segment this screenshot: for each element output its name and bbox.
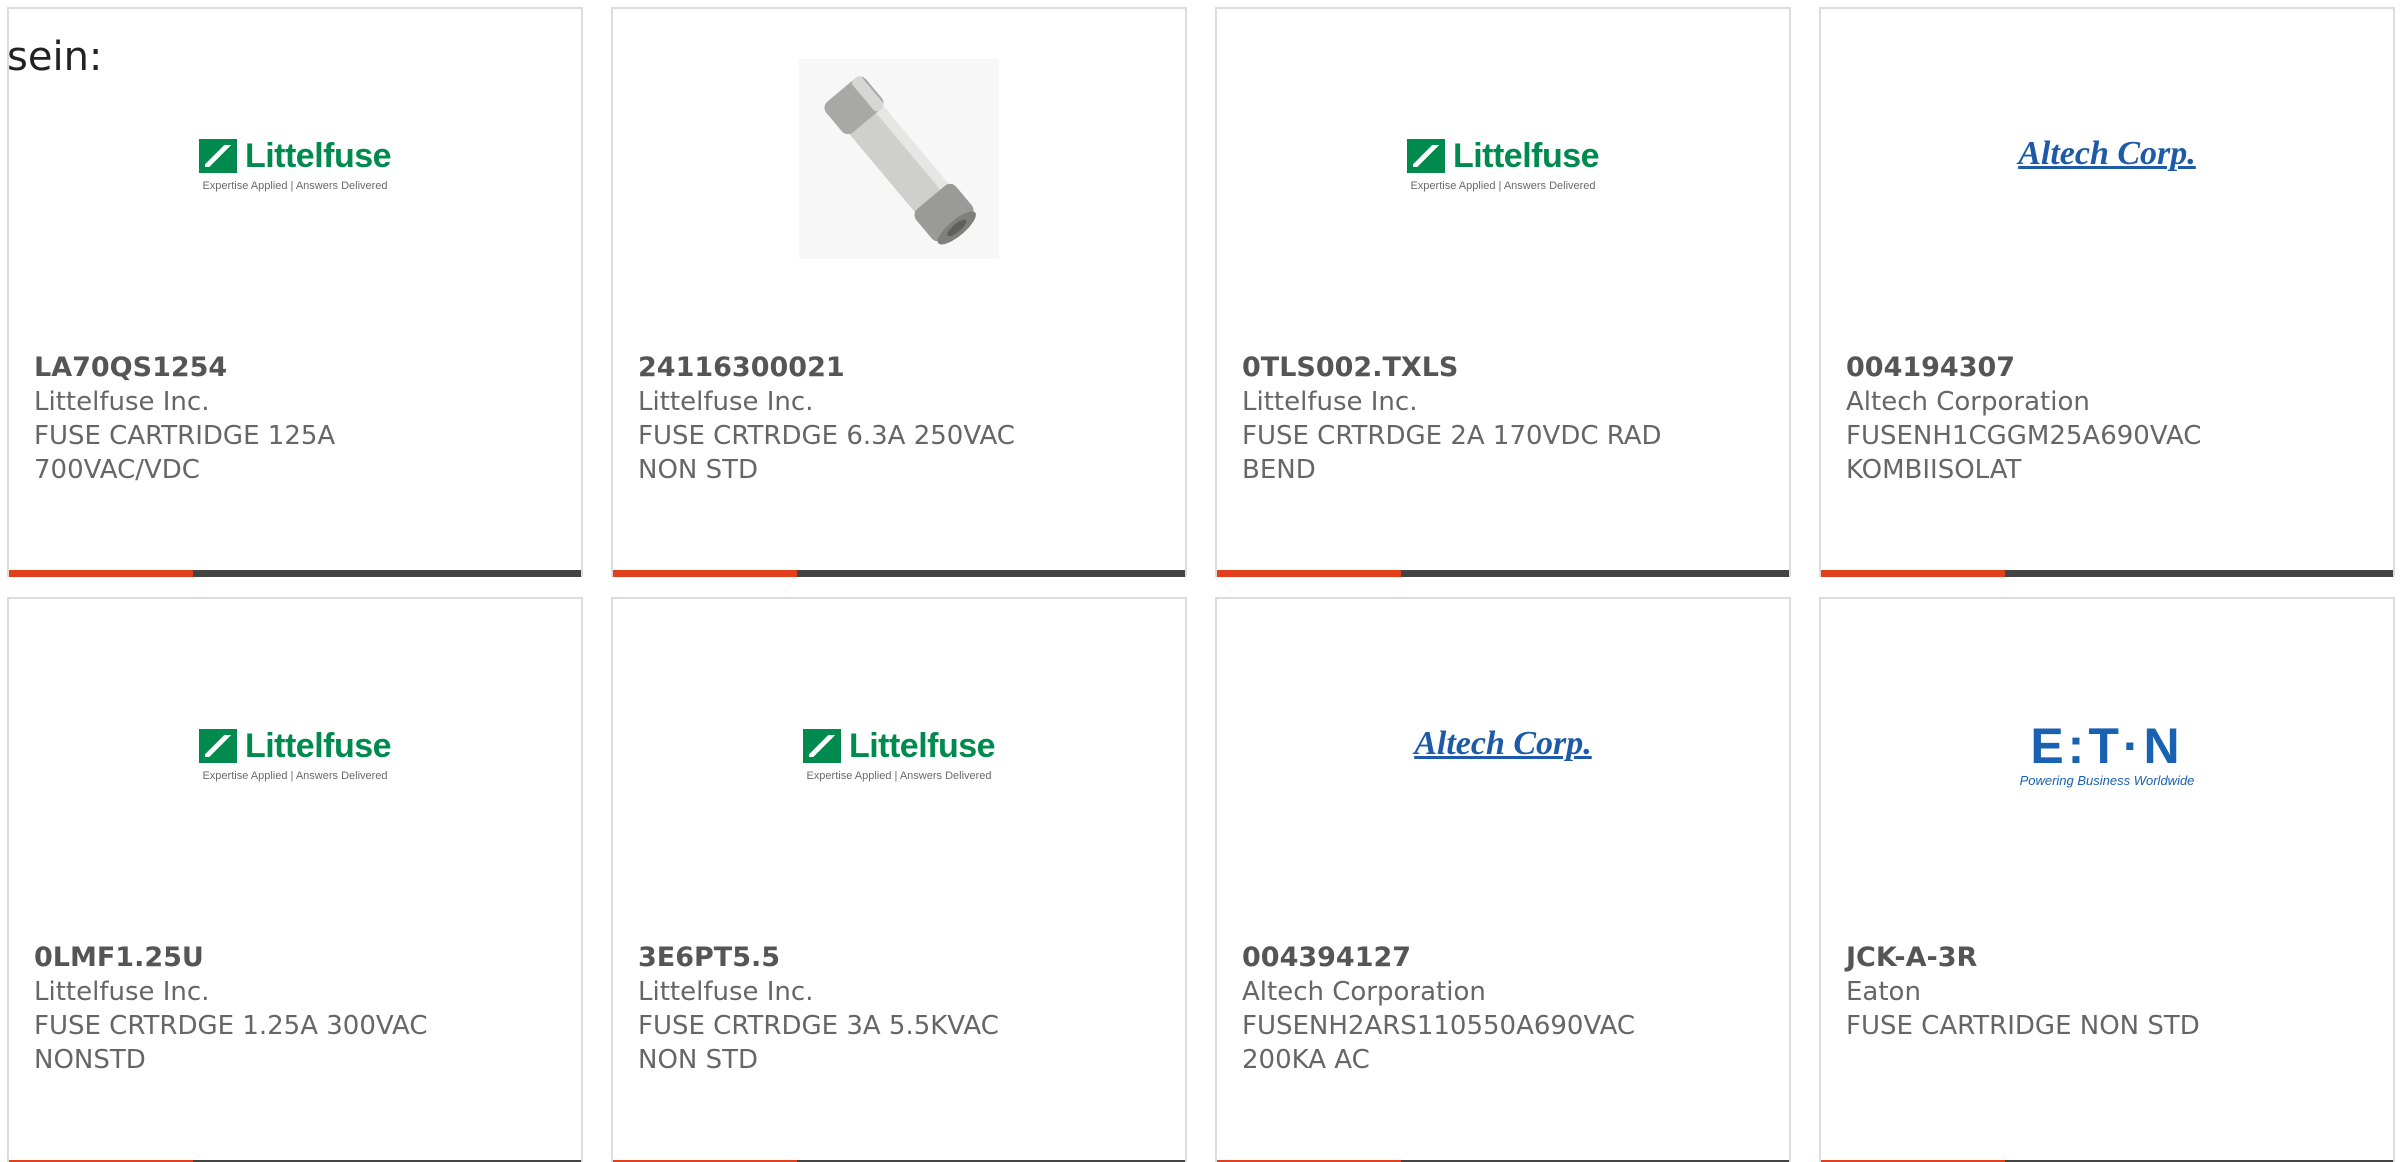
product-image[interactable]: Littelfuse Expertise Applied | Answers D… (9, 659, 581, 899)
altech-logo: Altech Corp. (1414, 725, 1592, 762)
product-info: 004194307 Altech Corporation FUSENH1CGGM… (1846, 351, 2273, 487)
manufacturer-name: Littelfuse Inc. (34, 977, 210, 1007)
product-image[interactable]: Littelfuse Expertise Applied | Answers D… (1217, 69, 1789, 309)
part-number-link[interactable]: 24116300021 (638, 351, 1065, 385)
logo-tagline: Expertise Applied | Answers Delivered (1410, 179, 1596, 192)
product-description: FUSE CRTRDGE 3A 5.5KVAC NON STD (638, 1011, 999, 1075)
card-accent-bar (1821, 570, 2005, 577)
product-image[interactable]: Littelfuse Expertise Applied | Answers D… (613, 659, 1185, 899)
product-card[interactable]: Altech Corp. 004194307 Altech Corporatio… (1819, 7, 2395, 577)
logo-tagline: Expertise Applied | Answers Delivered (806, 769, 992, 782)
product-card[interactable]: E:T·N Powering Business Worldwide JCK-A-… (1819, 597, 2395, 1162)
logo-wordmark: E:T·N (2030, 717, 2184, 774)
product-grid-page: sein: Littelfuse Expertise Applied | Ans… (0, 0, 2400, 1162)
product-info: JCK-A-3R Eaton FUSE CARTRIDGE NON STD (1846, 941, 2273, 1043)
lead-text: sein: (7, 34, 103, 80)
littelfuse-logo: Littelfuse Expertise Applied | Answers D… (1406, 136, 1600, 192)
product-info: 0TLS002.TXLS Littelfuse Inc. FUSE CRTRDG… (1242, 351, 1669, 487)
manufacturer-name: Littelfuse Inc. (1242, 387, 1418, 417)
card-accent-bar (613, 570, 797, 577)
card-bottom-bar (613, 570, 1185, 577)
product-description: FUSE CARTRIDGE 125A 700VAC/VDC (34, 421, 336, 485)
littelfuse-logo: Littelfuse Expertise Applied | Answers D… (802, 726, 996, 782)
littelfuse-mark-icon (198, 729, 237, 763)
product-info: 004394127 Altech Corporation FUSENH2ARS1… (1242, 941, 1669, 1077)
logo-wordmark: Littelfuse (1452, 136, 1600, 175)
product-info: 24116300021 Littelfuse Inc. FUSE CRTRDGE… (638, 351, 1065, 487)
eaton-logo: E:T·N Powering Business Worldwide (2020, 721, 2195, 788)
product-image[interactable] (613, 59, 1185, 309)
logo-wordmark: Littelfuse (244, 136, 392, 175)
logo-tagline: Expertise Applied | Answers Delivered (202, 179, 388, 192)
product-card[interactable]: Littelfuse Expertise Applied | Answers D… (1215, 7, 1791, 577)
logo-wordmark: Littelfuse (244, 726, 392, 765)
part-number-link[interactable]: 004394127 (1242, 941, 1669, 975)
manufacturer-name: Eaton (1846, 977, 1921, 1007)
littelfuse-mark-icon (198, 139, 237, 173)
product-image[interactable]: Littelfuse Expertise Applied | Answers D… (9, 69, 581, 309)
part-number-link[interactable]: 0LMF1.25U (34, 941, 461, 975)
product-description: FUSENH1CGGM25A690VAC KOMBIISOLAT (1846, 421, 2202, 485)
manufacturer-name: Littelfuse Inc. (34, 387, 210, 417)
card-accent-bar (1217, 570, 1401, 577)
cartridge-fuse-photo (799, 59, 999, 259)
logo-wordmark: Littelfuse (848, 726, 996, 765)
littelfuse-mark-icon (802, 729, 841, 763)
product-image[interactable]: Altech Corp. (1217, 659, 1789, 899)
altech-logo: Altech Corp. (2018, 135, 2196, 172)
card-bottom-bar (1217, 570, 1789, 577)
product-image[interactable]: Altech Corp. (1821, 69, 2393, 309)
product-description: FUSENH2ARS110550A690VAC 200KA AC (1242, 1011, 1636, 1075)
product-card[interactable]: 24116300021 Littelfuse Inc. FUSE CRTRDGE… (611, 7, 1187, 577)
product-card[interactable]: Littelfuse Expertise Applied | Answers D… (7, 597, 583, 1162)
product-card[interactable]: Littelfuse Expertise Applied | Answers D… (7, 7, 583, 577)
card-bottom-bar (1821, 570, 2393, 577)
product-description: FUSE CRTRDGE 2A 170VDC RAD BEND (1242, 421, 1662, 485)
part-number-link[interactable]: 004194307 (1846, 351, 2273, 385)
product-card[interactable]: Altech Corp. 004394127 Altech Corporatio… (1215, 597, 1791, 1162)
littelfuse-logo: Littelfuse Expertise Applied | Answers D… (198, 136, 392, 192)
product-image[interactable]: E:T·N Powering Business Worldwide (1821, 659, 2393, 899)
littelfuse-logo: Littelfuse Expertise Applied | Answers D… (198, 726, 392, 782)
manufacturer-name: Altech Corporation (1242, 977, 1486, 1007)
product-description: FUSE CRTRDGE 6.3A 250VAC NON STD (638, 421, 1015, 485)
product-description: FUSE CARTRIDGE NON STD (1846, 1011, 2200, 1041)
part-number-link[interactable]: 3E6PT5.5 (638, 941, 1065, 975)
littelfuse-mark-icon (1406, 139, 1445, 173)
product-info: LA70QS1254 Littelfuse Inc. FUSE CARTRIDG… (34, 351, 461, 487)
part-number-link[interactable]: LA70QS1254 (34, 351, 461, 385)
logo-tagline: Powering Business Worldwide (2019, 772, 2195, 788)
manufacturer-name: Littelfuse Inc. (638, 387, 814, 417)
part-number-link[interactable]: 0TLS002.TXLS (1242, 351, 1669, 385)
logo-tagline: Expertise Applied | Answers Delivered (202, 769, 388, 782)
product-description: FUSE CRTRDGE 1.25A 300VAC NONSTD (34, 1011, 428, 1075)
card-bottom-bar (9, 570, 581, 577)
manufacturer-name: Altech Corporation (1846, 387, 2090, 417)
product-info: 3E6PT5.5 Littelfuse Inc. FUSE CRTRDGE 3A… (638, 941, 1065, 1077)
part-number-link[interactable]: JCK-A-3R (1846, 941, 2273, 975)
product-card[interactable]: Littelfuse Expertise Applied | Answers D… (611, 597, 1187, 1162)
manufacturer-name: Littelfuse Inc. (638, 977, 814, 1007)
product-info: 0LMF1.25U Littelfuse Inc. FUSE CRTRDGE 1… (34, 941, 461, 1077)
card-accent-bar (9, 570, 193, 577)
